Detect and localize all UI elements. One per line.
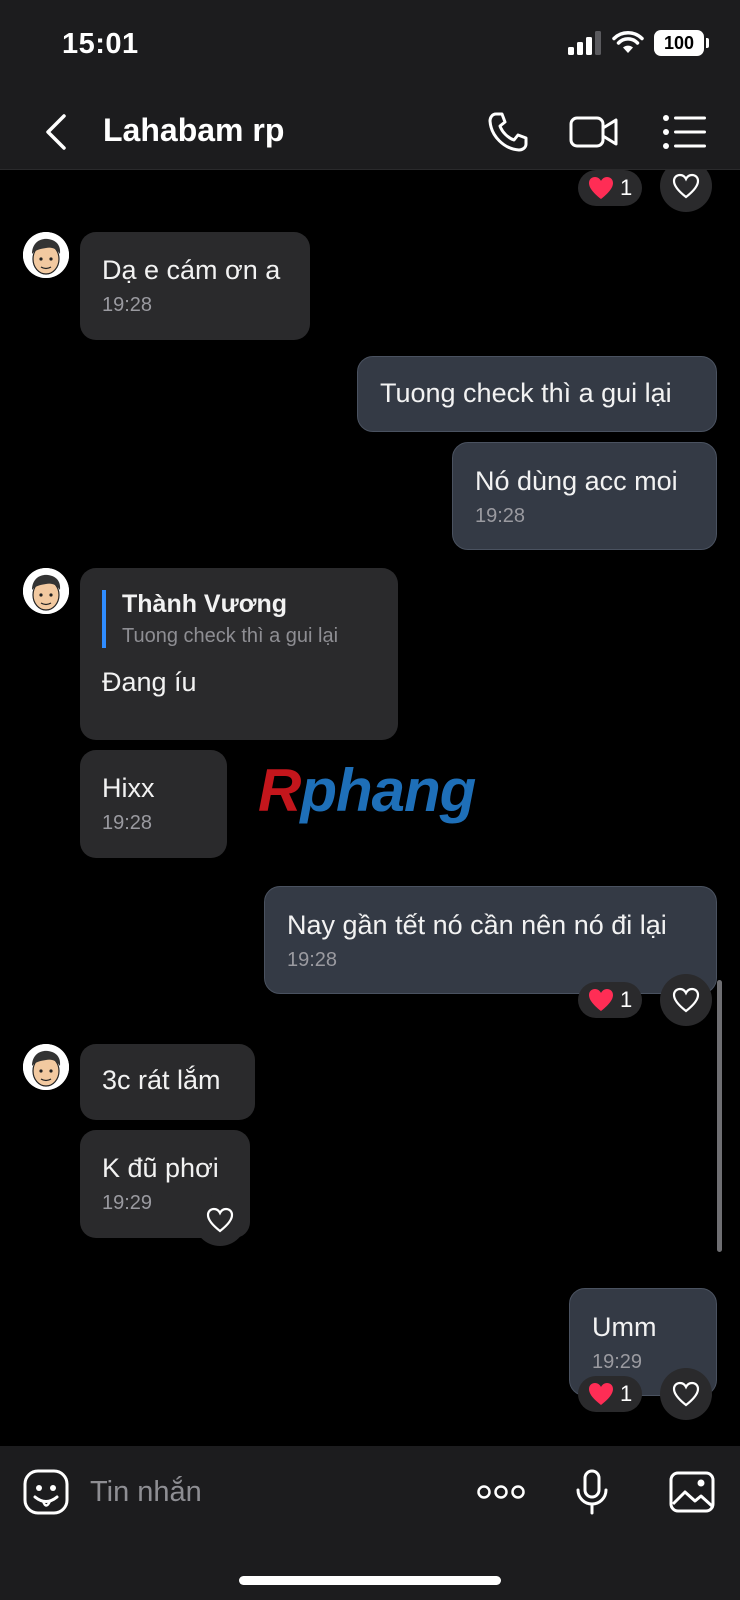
phone-call-icon[interactable] [484,108,532,156]
heart-filled-icon [589,989,613,1011]
message-bubble-reply[interactable]: Thành Vương Tuong check thì a gui lại Đa… [80,568,398,740]
top-bar: 15:01 100 Lahabam rp [0,0,740,170]
cartoon-face-avatar [23,568,69,614]
message-bubble-incoming[interactable]: 3c rát lắm [80,1044,255,1120]
cartoon-face-avatar [23,1044,69,1090]
message-time: 19:28 [475,505,526,527]
reply-quote[interactable]: Thành Vương Tuong check thì a gui lại [102,590,376,648]
battery-indicator: 100 [654,30,709,56]
video-call-icon[interactable] [568,108,620,156]
heart-filled-icon [589,1383,613,1405]
react-heart-button[interactable] [660,170,712,212]
avatar[interactable] [23,1044,69,1090]
signal-icon [568,31,601,55]
heart-outline-icon [672,1381,700,1407]
message-time: 19:28 [287,949,338,971]
message-bubble-outgoing[interactable]: Nó dùng acc moi 19:28 [452,442,717,550]
message-time: 19:28 [102,294,153,316]
message-time: 19:28 [102,812,153,834]
message-text: Nó dùng acc moi [475,466,678,496]
message-bubble-outgoing[interactable]: Tuong check thì a gui lại [357,356,717,432]
message-bubble-outgoing[interactable]: Nay gần tết nó cần nên nó đi lại 19:28 [264,886,717,994]
heart-outline-icon [206,1207,234,1233]
reaction-count: 1 [620,1381,633,1406]
menu-list-icon[interactable] [660,108,708,156]
sticker-emoji-icon[interactable] [22,1468,70,1516]
react-heart-button[interactable] [660,1368,712,1420]
message-bubble-incoming[interactable]: Dạ e cám ơn a 19:28 [80,232,310,340]
reaction-pill[interactable]: 1 [578,170,643,206]
message-input[interactable]: Tin nhắn [90,1476,202,1509]
message-text: Tuong check thì a gui lại [380,378,672,408]
avatar[interactable] [23,232,69,278]
wifi-icon [612,31,644,53]
reply-quoted-text: Tuong check thì a gui lại [122,625,339,647]
chat-title[interactable]: Lahabam rp [103,112,284,149]
react-heart-button[interactable] [660,974,712,1026]
message-text: Đang íu [102,667,197,697]
message-text: 3c rát lắm [102,1065,221,1095]
more-options-icon[interactable] [476,1468,526,1516]
status-icons: 100 [568,30,709,56]
scrollbar[interactable] [717,980,722,1252]
cartoon-face-avatar [23,232,69,278]
status-time: 15:01 [62,28,139,60]
reply-sender-name: Thành Vương [122,590,288,618]
reaction-pill[interactable]: 1 [578,1376,643,1412]
avatar[interactable] [23,568,69,614]
watermark-logo: Rphang [258,757,476,824]
reaction-count: 1 [620,175,633,200]
message-text: Dạ e cám ơn a [102,255,281,285]
message-bubble-incoming[interactable]: Hixx 19:28 [80,750,227,858]
heart-outline-icon [672,987,700,1013]
image-gallery-icon[interactable] [668,1468,716,1516]
home-indicator[interactable] [239,1576,501,1585]
microphone-icon[interactable] [568,1468,616,1516]
message-text: Hixx [102,773,155,803]
message-text: Umm [592,1312,657,1342]
heart-outline-icon [672,173,700,199]
reaction-count: 1 [620,987,633,1012]
back-arrow-icon[interactable] [40,112,72,152]
reaction-pill[interactable]: 1 [578,982,643,1018]
message-list[interactable]: 1 Dạ e cám ơn a 19:28 Tuong check thì a … [0,170,740,1446]
heart-filled-icon [589,177,613,199]
react-heart-button[interactable] [194,1194,246,1246]
message-text: Nay gần tết nó cần nên nó đi lại [287,910,667,940]
message-text: K đũ phơi [102,1153,219,1183]
